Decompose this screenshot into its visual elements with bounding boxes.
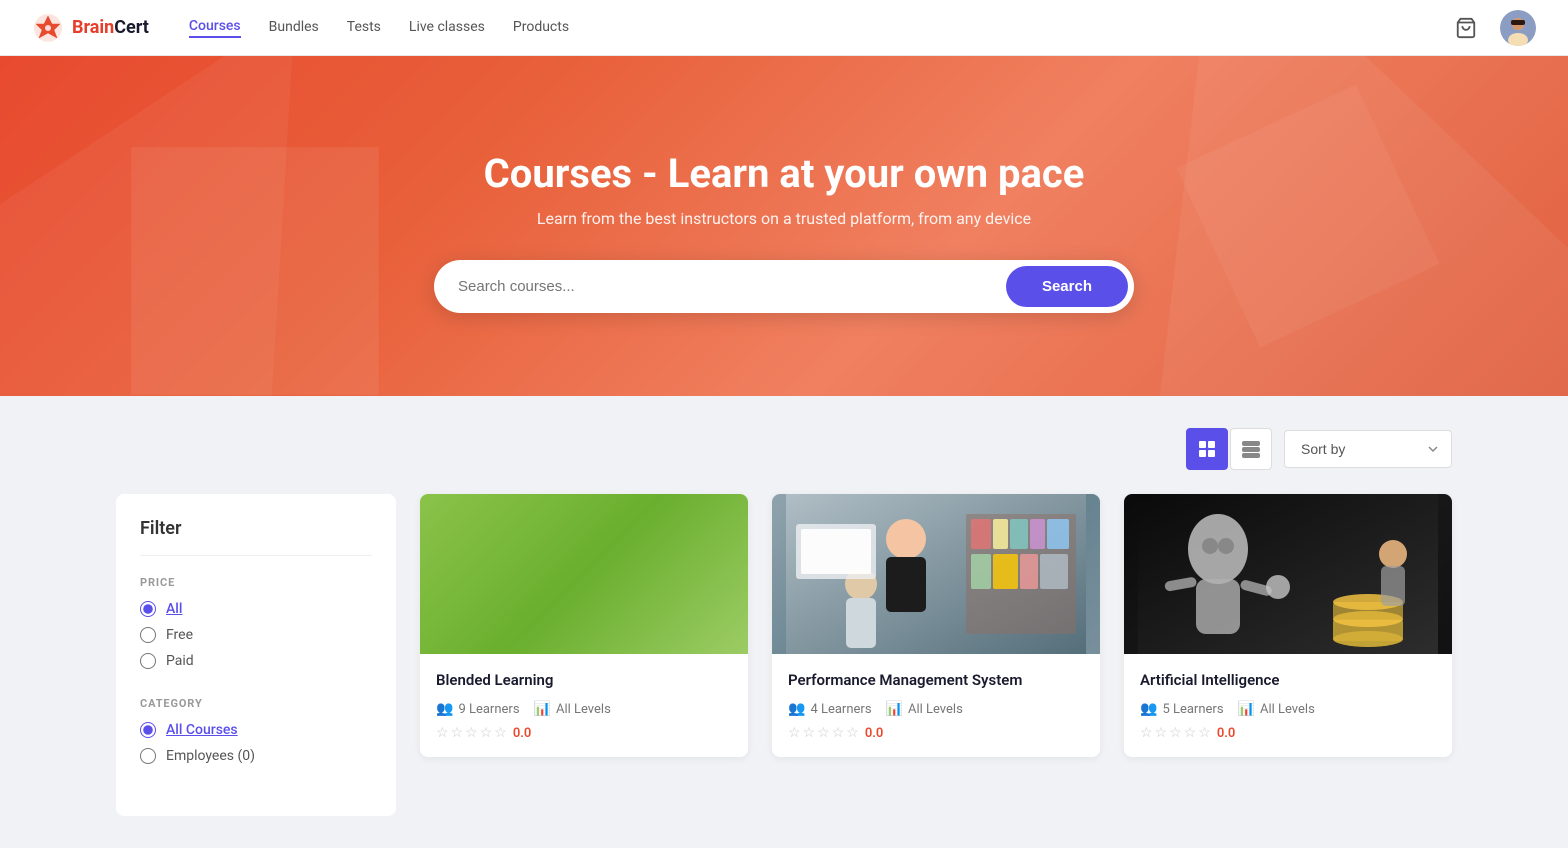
course-rating: ☆☆☆☆☆ 0.0 bbox=[1140, 725, 1436, 741]
hero-section: Courses - Learn at your own pace Learn f… bbox=[0, 56, 1568, 396]
brand-logo[interactable]: BrainCert bbox=[32, 12, 149, 44]
nav-link-bundles[interactable]: Bundles bbox=[269, 19, 319, 37]
user-avatar[interactable] bbox=[1500, 10, 1536, 46]
course-meta: 👥 4 Learners 📊 All Levels bbox=[788, 701, 1084, 717]
level-meta: 📊 All Levels bbox=[1238, 701, 1315, 717]
nav-link-courses[interactable]: Courses bbox=[189, 18, 241, 38]
nav-link-products[interactable]: Products bbox=[513, 19, 569, 37]
course-body: Artificial Intelligence 👥 5 Learners 📊 A… bbox=[1124, 654, 1452, 757]
category-all-radio[interactable] bbox=[140, 722, 156, 738]
category-employees-radio[interactable] bbox=[140, 748, 156, 764]
star-rating: ☆☆☆☆☆ bbox=[436, 725, 507, 741]
learners-icon: 👥 bbox=[788, 701, 805, 717]
course-rating: ☆☆☆☆☆ 0.0 bbox=[788, 725, 1084, 741]
level-meta: 📊 All Levels bbox=[886, 701, 963, 717]
course-level: All Levels bbox=[908, 702, 963, 717]
star-rating: ☆☆☆☆☆ bbox=[788, 725, 859, 741]
filter-title: Filter bbox=[140, 518, 372, 556]
course-thumbnail bbox=[772, 494, 1100, 654]
rating-value: 0.0 bbox=[1217, 726, 1236, 741]
course-title: Blended Learning bbox=[436, 670, 732, 691]
course-meta: 👥 9 Learners 📊 All Levels bbox=[436, 701, 732, 717]
category-filter-label: CATEGORY bbox=[140, 697, 372, 710]
course-body: Performance Management System 👥 4 Learne… bbox=[772, 654, 1100, 757]
price-all-label: All bbox=[166, 601, 182, 617]
rating-value: 0.0 bbox=[513, 726, 532, 741]
navbar: BrainCert Courses Bundles Tests Live cla… bbox=[0, 0, 1568, 56]
price-paid-option[interactable]: Paid bbox=[140, 653, 372, 669]
category-employees-option[interactable]: Employees (0) bbox=[140, 748, 372, 764]
price-free-option[interactable]: Free bbox=[140, 627, 372, 643]
course-thumbnail bbox=[420, 494, 748, 654]
search-button[interactable]: Search bbox=[1006, 266, 1128, 307]
level-icon: 📊 bbox=[1238, 701, 1255, 717]
hero-subtitle: Learn from the best instructors on a tru… bbox=[537, 209, 1031, 228]
course-thumbnail bbox=[1124, 494, 1452, 654]
learners-count: 5 Learners bbox=[1162, 702, 1223, 717]
avatar-image bbox=[1500, 10, 1536, 46]
learners-meta: 👥 4 Learners bbox=[788, 701, 872, 717]
hero-bg-shape1 bbox=[8, 56, 503, 396]
learners-count: 9 Learners bbox=[458, 702, 519, 717]
star-rating: ☆☆☆☆☆ bbox=[1140, 725, 1211, 741]
level-icon: 📊 bbox=[534, 701, 551, 717]
nav-links: Courses Bundles Tests Live classes Produ… bbox=[189, 18, 1448, 38]
nav-right bbox=[1448, 10, 1536, 46]
price-radio-group: All Free Paid bbox=[140, 601, 372, 669]
rating-value: 0.0 bbox=[865, 726, 884, 741]
course-card[interactable]: Performance Management System 👥 4 Learne… bbox=[772, 494, 1100, 757]
learners-meta: 👥 9 Learners bbox=[436, 701, 520, 717]
sort-select[interactable]: Sort byNewestOldestPrice: Low to HighPri… bbox=[1284, 430, 1452, 468]
nav-link-tests[interactable]: Tests bbox=[347, 19, 381, 37]
grid-view-button[interactable] bbox=[1186, 428, 1228, 470]
course-title: Performance Management System bbox=[788, 670, 1084, 691]
course-body: Blended Learning 👥 9 Learners 📊 All Leve… bbox=[420, 654, 748, 757]
course-meta: 👥 5 Learners 📊 All Levels bbox=[1140, 701, 1436, 717]
hero-title: Courses - Learn at your own pace bbox=[484, 150, 1085, 197]
learners-count: 4 Learners bbox=[810, 702, 871, 717]
list-view-button[interactable] bbox=[1230, 428, 1272, 470]
nav-link-live-classes[interactable]: Live classes bbox=[409, 19, 485, 37]
grid-icon bbox=[1198, 440, 1216, 458]
search-bar: Search bbox=[434, 260, 1134, 313]
cart-svg bbox=[1455, 17, 1477, 39]
courses-grid: Blended Learning 👥 9 Learners 📊 All Leve… bbox=[420, 494, 1452, 816]
logo-text: BrainCert bbox=[72, 17, 149, 38]
learners-icon: 👥 bbox=[1140, 701, 1157, 717]
price-all-radio[interactable] bbox=[140, 601, 156, 617]
logo-icon bbox=[32, 12, 64, 44]
search-input[interactable] bbox=[458, 278, 1006, 295]
price-paid-label: Paid bbox=[166, 653, 194, 669]
course-card[interactable]: Blended Learning 👥 9 Learners 📊 All Leve… bbox=[420, 494, 748, 757]
top-controls: Sort byNewestOldestPrice: Low to HighPri… bbox=[116, 428, 1452, 470]
category-all-label: All Courses bbox=[166, 722, 238, 738]
course-level: All Levels bbox=[1260, 702, 1315, 717]
view-toggle bbox=[1186, 428, 1272, 470]
content-area: Sort byNewestOldestPrice: Low to HighPri… bbox=[84, 396, 1484, 848]
hero-bg-shape2 bbox=[1129, 56, 1488, 395]
price-paid-radio[interactable] bbox=[140, 653, 156, 669]
course-title: Artificial Intelligence bbox=[1140, 670, 1436, 691]
price-free-radio[interactable] bbox=[140, 627, 156, 643]
filter-sidebar: Filter PRICE All Free Paid CATEGORY bbox=[116, 494, 396, 816]
list-icon bbox=[1242, 440, 1260, 458]
learners-meta: 👥 5 Learners bbox=[1140, 701, 1224, 717]
learners-icon: 👥 bbox=[436, 701, 453, 717]
course-card[interactable]: Artificial Intelligence 👥 5 Learners 📊 A… bbox=[1124, 494, 1452, 757]
course-level: All Levels bbox=[556, 702, 611, 717]
level-meta: 📊 All Levels bbox=[534, 701, 611, 717]
price-filter-label: PRICE bbox=[140, 576, 372, 589]
category-employees-label: Employees (0) bbox=[166, 748, 255, 764]
price-free-label: Free bbox=[166, 627, 193, 643]
category-radio-group: All Courses Employees (0) bbox=[140, 722, 372, 764]
price-all-option[interactable]: All bbox=[140, 601, 372, 617]
category-all-option[interactable]: All Courses bbox=[140, 722, 372, 738]
level-icon: 📊 bbox=[886, 701, 903, 717]
main-layout: Filter PRICE All Free Paid CATEGORY bbox=[116, 494, 1452, 816]
course-rating: ☆☆☆☆☆ 0.0 bbox=[436, 725, 732, 741]
cart-icon[interactable] bbox=[1448, 10, 1484, 46]
